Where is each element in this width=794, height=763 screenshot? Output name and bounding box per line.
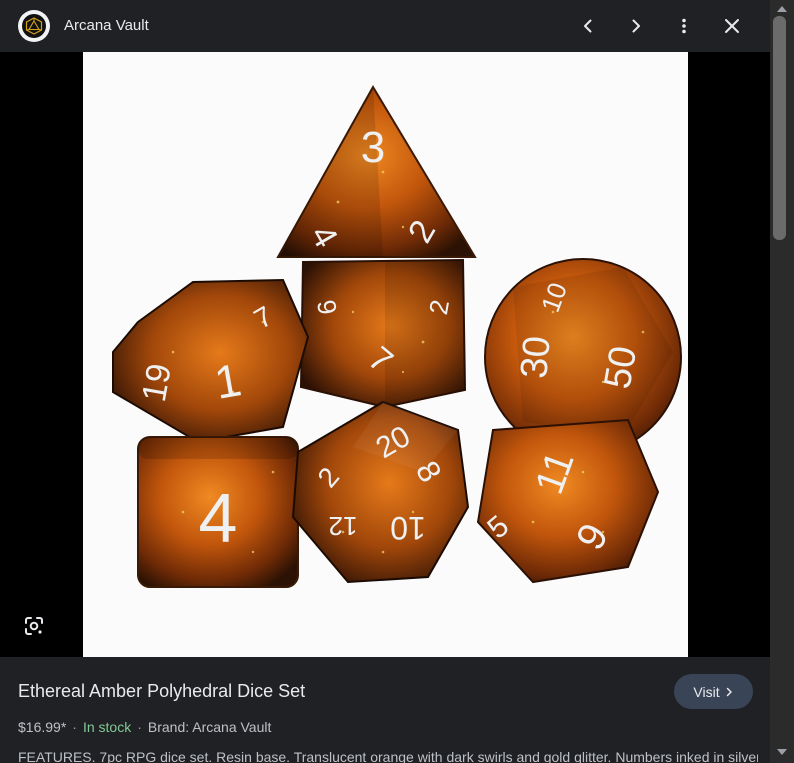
die-number: 50: [597, 343, 646, 392]
product-features: FEATURES. 7pc RPG dice set. Resin base. …: [18, 749, 758, 763]
google-lens-button[interactable]: [18, 612, 50, 644]
stock-status: In stock: [82, 719, 132, 735]
d20-icon: [22, 14, 46, 38]
die-number: 4: [199, 479, 238, 557]
chevron-right-small-icon: [724, 684, 734, 700]
more-vert-icon: [676, 18, 692, 34]
d8-die: [476, 418, 660, 584]
visit-label: Visit: [693, 683, 720, 700]
site-name[interactable]: Arcana Vault: [64, 17, 149, 34]
product-title[interactable]: Ethereal Amber Polyhedral Dice Set: [18, 681, 305, 702]
scroll-up-arrow-icon[interactable]: [777, 6, 787, 12]
visit-button[interactable]: Visit: [674, 674, 753, 709]
chevron-left-icon: [580, 18, 596, 34]
image-viewer-panel: Arcana Vault 3 4 2 9 2 7 7 19 1 10 30 50…: [0, 0, 770, 763]
product-image[interactable]: 3 4 2 9 2 7 7 19 1 10 30 50 4 20 2 8 12: [83, 52, 688, 657]
die-number: 19: [135, 361, 179, 405]
separator-dot: ·: [137, 719, 142, 735]
more-options-button[interactable]: [668, 10, 700, 42]
scrollbar[interactable]: [770, 0, 794, 763]
close-icon: [724, 18, 740, 34]
previous-button[interactable]: [572, 10, 604, 42]
die-number: 3: [361, 123, 385, 172]
product-meta: $16.99* · In stock · Brand: Arcana Vault: [18, 719, 271, 735]
die-number: 10: [390, 510, 426, 546]
viewer-header: Arcana Vault: [0, 0, 770, 52]
scrollbar-thumb[interactable]: [773, 16, 786, 240]
dice-illustration: 3 4 2 9 2 7 7 19 1 10 30 50 4 20 2 8 12: [112, 85, 682, 588]
die-number: 30: [513, 334, 559, 380]
image-area: 3 4 2 9 2 7 7 19 1 10 30 50 4 20 2 8 12: [0, 52, 770, 657]
product-info: Ethereal Amber Polyhedral Dice Set Visit…: [0, 657, 770, 763]
site-logo[interactable]: [18, 10, 50, 42]
close-button[interactable]: [716, 10, 748, 42]
scroll-down-arrow-icon[interactable]: [777, 749, 787, 755]
separator-dot: ·: [72, 719, 77, 735]
price: $16.99*: [18, 719, 67, 735]
brand: Brand: Arcana Vault: [147, 719, 272, 735]
next-button[interactable]: [620, 10, 652, 42]
chevron-right-icon: [628, 18, 644, 34]
die-number: 12: [329, 511, 358, 541]
lens-icon: [23, 615, 45, 642]
